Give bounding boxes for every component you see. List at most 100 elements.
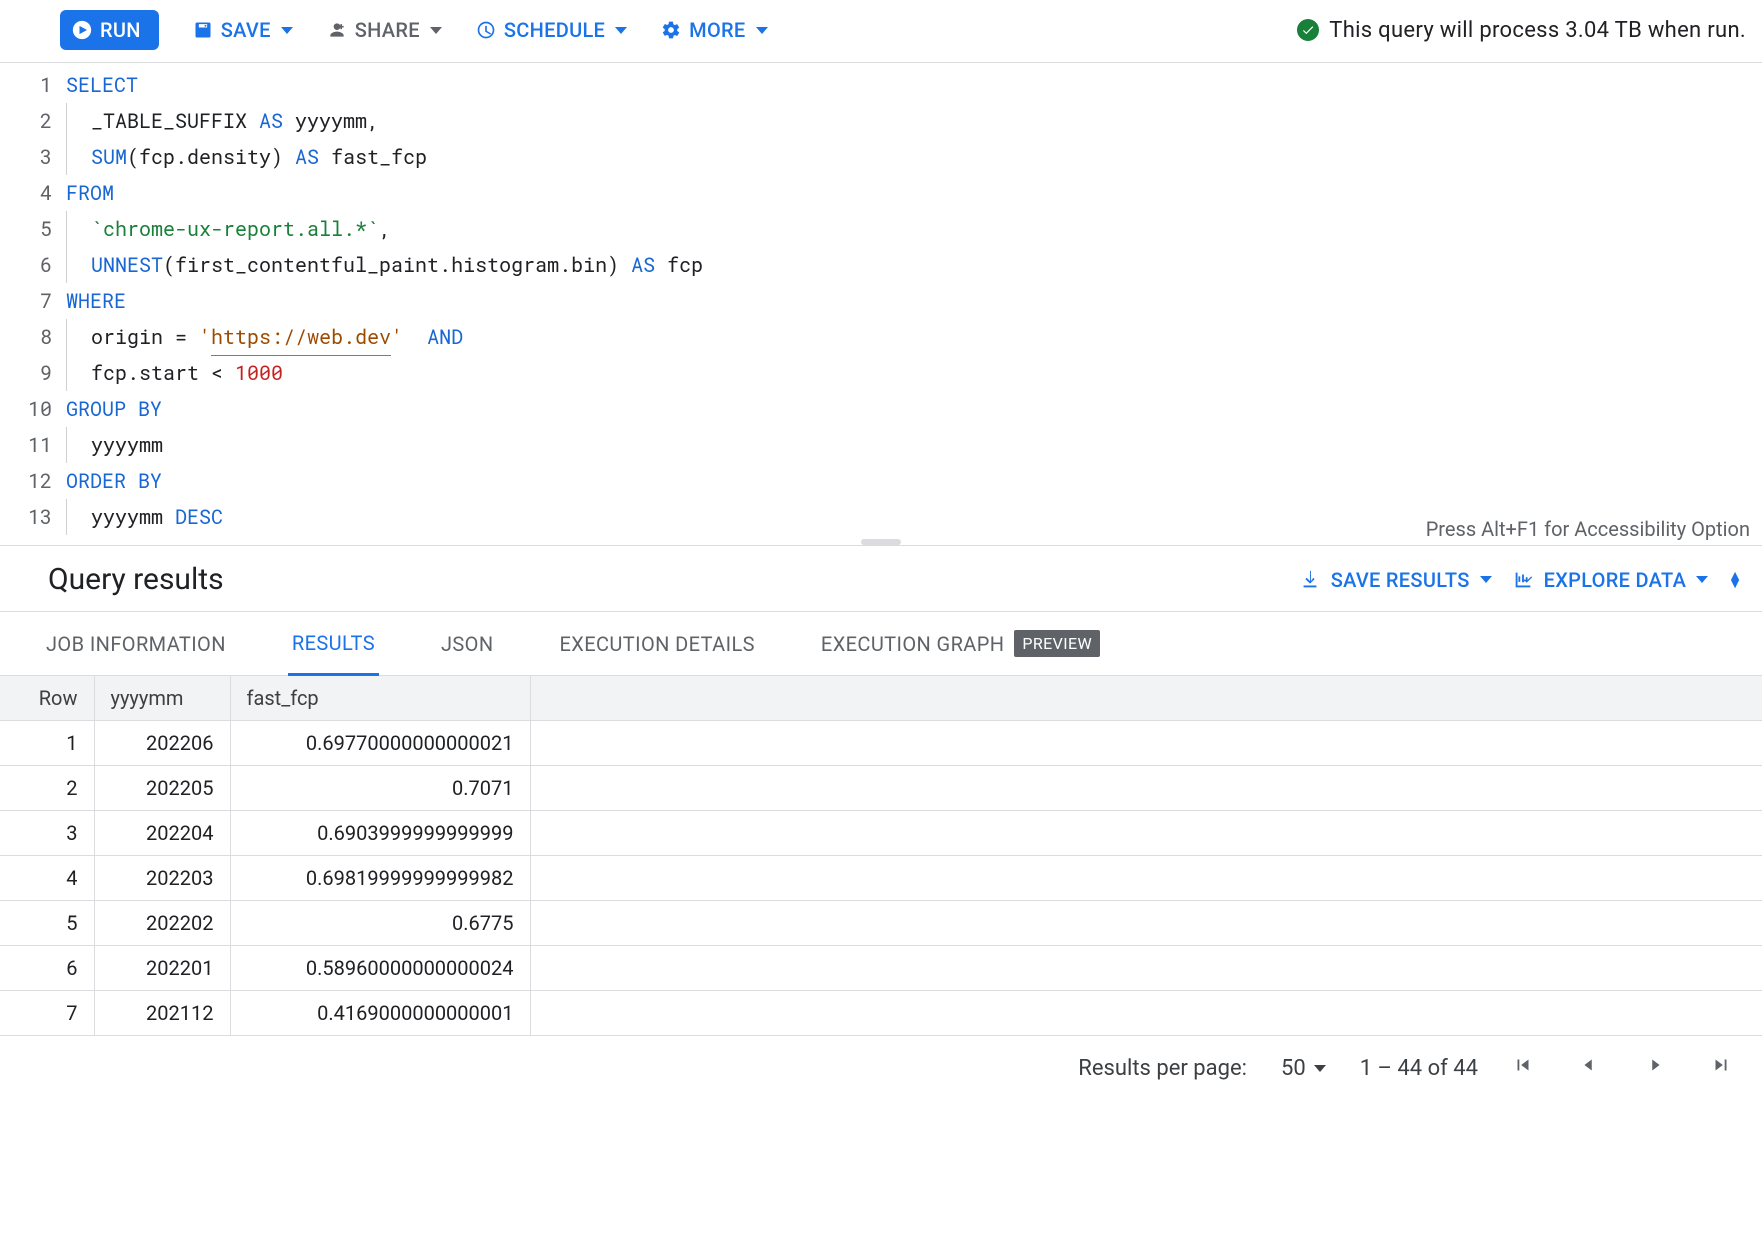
- download-icon: [1299, 569, 1321, 591]
- table-cell: 202205: [94, 766, 230, 811]
- table-cell: 202206: [94, 721, 230, 766]
- run-button[interactable]: RUN: [60, 10, 159, 50]
- table-cell: [530, 766, 1762, 811]
- results-header: Query results SAVE RESULTS EXPLORE DATA …: [0, 546, 1762, 612]
- tab-execution-graph-label: EXECUTION GRAPH: [821, 632, 1005, 656]
- pagination-bar: Results per page: 50 1 – 44 of 44: [0, 1036, 1762, 1100]
- table-cell: 2: [0, 766, 94, 811]
- page-range: 1 – 44 of 44: [1360, 1056, 1478, 1081]
- status-text: This query will process 3.04 TB when run…: [1329, 18, 1746, 43]
- table-cell: 3: [0, 811, 94, 856]
- share-icon: [327, 20, 347, 40]
- table-cell: 6: [0, 946, 94, 991]
- table-cell: [530, 946, 1762, 991]
- save-icon: [193, 20, 213, 40]
- toolbar: RUN SAVE SHARE SCHEDULE MORE This query …: [0, 0, 1762, 63]
- tab-results[interactable]: RESULTS: [288, 613, 379, 676]
- table-cell: 1: [0, 721, 94, 766]
- chevron-down-icon: [1480, 576, 1492, 583]
- table-cell: 202112: [94, 991, 230, 1036]
- share-button[interactable]: SHARE: [327, 18, 442, 42]
- preview-badge: PREVIEW: [1014, 630, 1100, 657]
- chevron-down-icon: ▼: [1728, 580, 1742, 588]
- table-cell: [530, 991, 1762, 1036]
- table-row: 42022030.69819999999999982: [0, 856, 1762, 901]
- results-table-wrap: Row yyyymm fast_fcp 12022060.69770000000…: [0, 676, 1762, 1036]
- chevron-down-icon: [615, 27, 627, 34]
- save-button[interactable]: SAVE: [193, 18, 293, 42]
- table-cell: 7: [0, 991, 94, 1036]
- accessibility-hint: Press Alt+F1 for Accessibility Option: [1426, 517, 1750, 541]
- col-header-row[interactable]: Row: [0, 676, 94, 721]
- table-cell: [530, 721, 1762, 766]
- table-row: 72021120.4169000000000001: [0, 991, 1762, 1036]
- table-cell: 0.7071: [230, 766, 530, 811]
- save-label: SAVE: [221, 18, 271, 42]
- run-label: RUN: [100, 18, 141, 42]
- explore-data-button[interactable]: EXPLORE DATA: [1512, 568, 1709, 592]
- schedule-button[interactable]: SCHEDULE: [476, 18, 627, 42]
- results-title: Query results: [48, 562, 1279, 597]
- table-cell: 0.69770000000000021: [230, 721, 530, 766]
- tab-job-information[interactable]: JOB INFORMATION: [42, 614, 230, 674]
- table-cell: [530, 901, 1762, 946]
- per-page-label: Results per page:: [1078, 1056, 1247, 1081]
- table-row: 62022010.58960000000000024: [0, 946, 1762, 991]
- sql-editor[interactable]: 12345678910111213 SELECT_TABLE_SUFFIX AS…: [0, 63, 1762, 546]
- save-results-button[interactable]: SAVE RESULTS: [1299, 568, 1492, 592]
- check-icon: [1297, 19, 1319, 41]
- col-header-fast-fcp[interactable]: fast_fcp: [230, 676, 530, 721]
- table-cell: 4: [0, 856, 94, 901]
- table-row: 12022060.69770000000000021: [0, 721, 1762, 766]
- tab-json[interactable]: JSON: [437, 614, 498, 674]
- table-cell: 0.6775: [230, 901, 530, 946]
- table-cell: 0.69819999999999982: [230, 856, 530, 901]
- query-status: This query will process 3.04 TB when run…: [1297, 18, 1746, 43]
- table-cell: 0.58960000000000024: [230, 946, 530, 991]
- per-page-value: 50: [1281, 1056, 1306, 1081]
- results-tabs: JOB INFORMATION RESULTS JSON EXECUTION D…: [0, 612, 1762, 676]
- table-row: 52022020.6775: [0, 901, 1762, 946]
- share-label: SHARE: [355, 18, 420, 42]
- table-cell: 202203: [94, 856, 230, 901]
- schedule-label: SCHEDULE: [504, 18, 605, 42]
- page-nav: [1512, 1054, 1732, 1082]
- tab-execution-graph[interactable]: EXECUTION GRAPH PREVIEW: [817, 612, 1104, 675]
- col-header-empty: [530, 676, 1762, 721]
- chevron-down-icon: [281, 27, 293, 34]
- expand-toggle[interactable]: ▲ ▼: [1728, 572, 1742, 588]
- table-cell: [530, 811, 1762, 856]
- table-row: 22022050.7071: [0, 766, 1762, 811]
- prev-page-button[interactable]: [1578, 1054, 1600, 1082]
- more-label: MORE: [689, 18, 745, 42]
- explore-data-label: EXPLORE DATA: [1544, 568, 1687, 592]
- resize-handle[interactable]: [861, 539, 901, 545]
- gear-icon: [661, 20, 681, 40]
- play-icon: [72, 20, 92, 40]
- col-header-yyyymm[interactable]: yyyymm: [94, 676, 230, 721]
- table-cell: 202201: [94, 946, 230, 991]
- chevron-down-icon: [756, 27, 768, 34]
- tab-execution-details[interactable]: EXECUTION DETAILS: [556, 614, 759, 674]
- table-cell: [530, 856, 1762, 901]
- save-results-label: SAVE RESULTS: [1331, 568, 1470, 592]
- chevron-down-icon: [1696, 576, 1708, 583]
- table-cell: 202204: [94, 811, 230, 856]
- table-cell: 0.6903999999999999: [230, 811, 530, 856]
- first-page-button[interactable]: [1512, 1054, 1534, 1082]
- editor-gutter: 12345678910111213: [0, 67, 66, 535]
- table-row: 32022040.6903999999999999: [0, 811, 1762, 856]
- chevron-down-icon: [430, 27, 442, 34]
- schedule-icon: [476, 20, 496, 40]
- per-page-select[interactable]: 50: [1281, 1056, 1326, 1081]
- table-cell: 0.4169000000000001: [230, 991, 530, 1036]
- next-page-button[interactable]: [1644, 1054, 1666, 1082]
- results-table: Row yyyymm fast_fcp 12022060.69770000000…: [0, 676, 1762, 1035]
- chevron-down-icon: [1314, 1065, 1326, 1072]
- last-page-button[interactable]: [1710, 1054, 1732, 1082]
- chart-icon: [1512, 569, 1534, 591]
- more-button[interactable]: MORE: [661, 18, 767, 42]
- editor-code[interactable]: SELECT_TABLE_SUFFIX AS yyyymm,SUM(fcp.de…: [66, 67, 1762, 535]
- table-cell: 5: [0, 901, 94, 946]
- table-cell: 202202: [94, 901, 230, 946]
